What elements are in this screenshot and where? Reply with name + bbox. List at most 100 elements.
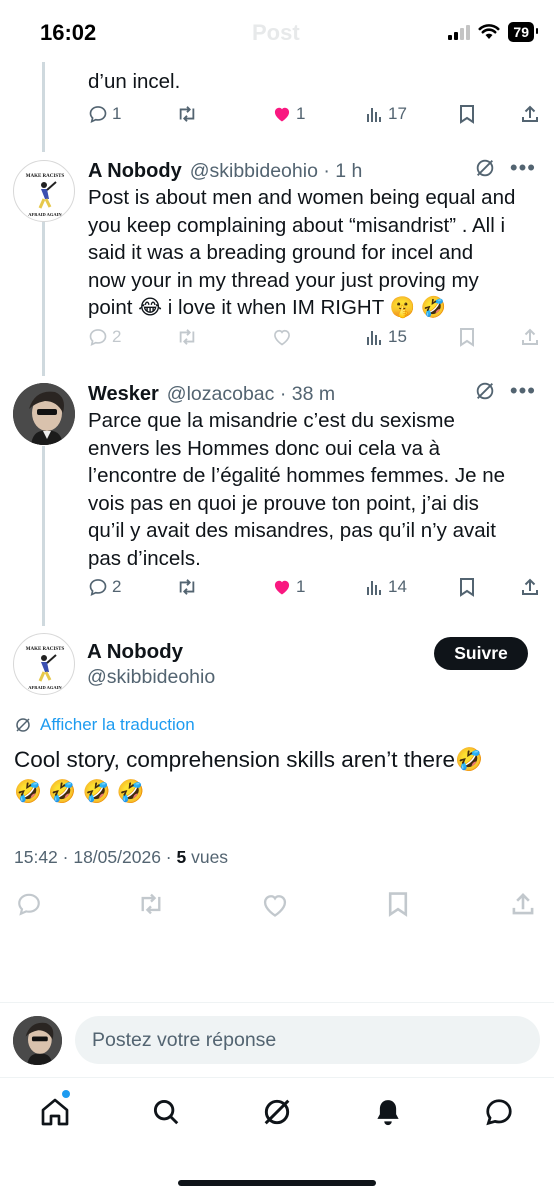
views-count: 15 xyxy=(388,327,407,346)
make-racists-afraid-again-logo: MAKE RACISTS AFRAID AGAIN xyxy=(26,174,65,217)
battery-indicator: 79 xyxy=(508,22,538,42)
heart-icon xyxy=(263,895,287,917)
divider xyxy=(0,1002,554,1003)
bookmark-button[interactable] xyxy=(386,891,410,917)
views-label: vues xyxy=(186,847,229,867)
reply-button[interactable]: 2 xyxy=(88,327,121,347)
like-count: 1 xyxy=(296,577,306,596)
author-handle[interactable]: @skibbideohio · 1 h xyxy=(190,160,363,183)
share-button[interactable] xyxy=(520,104,540,124)
notification-dot xyxy=(62,1090,70,1098)
current-user-avatar xyxy=(13,1016,62,1065)
like-button[interactable] xyxy=(261,891,289,919)
retweet-button[interactable] xyxy=(176,327,198,347)
reply-icon xyxy=(89,106,107,123)
svg-text:AFRAID AGAIN: AFRAID AGAIN xyxy=(28,212,62,217)
thread-line xyxy=(42,446,45,626)
retweet-icon xyxy=(179,106,195,122)
retweet-button[interactable] xyxy=(136,891,166,917)
views-count: 17 xyxy=(388,104,407,123)
tweet-header: Wesker @lozacobac · 38 m ••• xyxy=(88,380,548,408)
share-button[interactable] xyxy=(510,891,536,917)
heart-filled-icon xyxy=(274,107,290,122)
tweet-text: d’un incel. xyxy=(88,70,181,93)
tab-home[interactable] xyxy=(37,1094,73,1130)
avatar[interactable] xyxy=(13,383,75,445)
wesker-avatar-image xyxy=(13,383,75,445)
grok-icon[interactable] xyxy=(474,157,496,179)
cellular-signal-icon xyxy=(448,24,471,40)
more-options-icon[interactable]: ••• xyxy=(510,380,536,402)
post-title-faded: Post xyxy=(252,20,300,45)
reply-count: 2 xyxy=(112,327,122,346)
views-button[interactable]: 17 xyxy=(366,104,407,124)
bookmark-icon xyxy=(388,892,408,917)
status-time: 16:02 xyxy=(40,20,97,45)
main-author-handle[interactable]: @skibbideohio xyxy=(87,666,215,689)
tab-search[interactable] xyxy=(148,1094,184,1130)
share-button[interactable] xyxy=(520,577,540,597)
translate-label: Afficher la traduction xyxy=(40,715,195,734)
reply-button[interactable] xyxy=(16,891,42,917)
more-options-icon[interactable]: ••• xyxy=(510,157,536,179)
timestamp: 15:42 · 18/05/2026 · xyxy=(14,847,177,867)
main-tweet-avatar[interactable]: MAKE RACISTS AFRAID AGAIN xyxy=(13,633,75,695)
bookmark-icon xyxy=(460,328,474,347)
grok-icon xyxy=(16,718,30,732)
reply-button[interactable]: 1 xyxy=(88,104,121,124)
search-icon xyxy=(153,1099,179,1125)
views-button[interactable]: 15 xyxy=(366,327,407,347)
retweet-button[interactable] xyxy=(176,104,202,124)
grok-icon xyxy=(264,1099,290,1125)
like-button[interactable]: 1 xyxy=(272,577,305,597)
bookmark-icon xyxy=(460,578,474,597)
tweet-actions: 1 1 17 xyxy=(88,104,540,132)
home-icon xyxy=(41,1098,69,1126)
svg-text:MAKE RACISTS: MAKE RACISTS xyxy=(26,647,65,652)
translate-link[interactable]: Afficher la traduction xyxy=(14,715,195,735)
tab-messages[interactable] xyxy=(481,1094,517,1130)
avatar[interactable]: MAKE RACISTS AFRAID AGAIN xyxy=(13,160,75,222)
wesker-avatar-image xyxy=(13,1016,62,1065)
like-button[interactable] xyxy=(272,327,292,347)
retweet-button[interactable] xyxy=(176,577,198,597)
wifi-icon xyxy=(478,24,500,39)
main-tweet-actions xyxy=(14,891,544,921)
retweet-icon xyxy=(141,893,161,915)
reply-input[interactable]: Postez votre réponse xyxy=(75,1016,540,1064)
reply-button[interactable]: 2 xyxy=(88,577,121,597)
share-icon xyxy=(522,578,538,595)
make-racists-afraid-again-logo: MAKE RACISTS AFRAID AGAIN xyxy=(26,647,65,690)
author-name[interactable]: Wesker xyxy=(88,383,159,406)
author-name[interactable]: A Nobody xyxy=(88,160,182,183)
author-handle[interactable]: @lozacobac · 38 m xyxy=(167,383,335,406)
tab-notifications[interactable] xyxy=(370,1094,406,1130)
bookmark-button[interactable] xyxy=(458,577,476,597)
share-button[interactable] xyxy=(520,327,540,347)
bookmark-button[interactable] xyxy=(458,104,476,124)
svg-text:MAKE RACISTS: MAKE RACISTS xyxy=(26,174,65,179)
follow-button[interactable]: Suivre xyxy=(434,637,528,670)
bookmark-button[interactable] xyxy=(458,327,476,347)
like-button[interactable]: 1 xyxy=(272,104,305,124)
heart-filled-icon xyxy=(274,580,290,595)
reply-placeholder: Postez votre réponse xyxy=(92,1028,277,1051)
reply-count: 2 xyxy=(112,577,122,596)
tab-grok[interactable] xyxy=(259,1094,295,1130)
divider xyxy=(0,1077,554,1078)
retweet-icon xyxy=(179,579,195,595)
views-count: 14 xyxy=(388,577,407,596)
reply-icon xyxy=(18,893,40,916)
svg-text:AFRAID AGAIN: AFRAID AGAIN xyxy=(28,685,62,690)
share-icon xyxy=(522,328,538,345)
main-author-name[interactable]: A Nobody xyxy=(87,640,183,664)
like-count: 1 xyxy=(296,104,306,123)
thread-line xyxy=(42,62,45,152)
tweet-header: A Nobody @skibbideohio · 1 h ••• xyxy=(88,157,548,185)
reply-icon xyxy=(89,329,107,346)
views-button[interactable]: 14 xyxy=(366,577,407,597)
share-icon xyxy=(522,105,538,122)
views-count: 5 xyxy=(176,847,187,867)
grok-icon[interactable] xyxy=(474,380,496,402)
tweet-actions: 2 1 14 xyxy=(88,577,540,605)
